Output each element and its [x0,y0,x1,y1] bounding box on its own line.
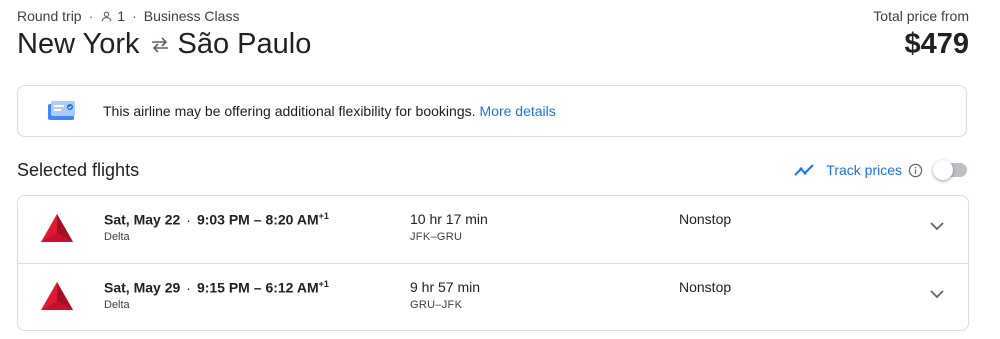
more-details-link[interactable]: More details [480,103,556,119]
arrival-time: 8:20 AM [265,211,319,228]
passenger-count: 1 [117,8,126,24]
flexibility-notice: This airline may be offering additional … [17,85,967,137]
delta-logo-icon [40,281,74,316]
flight-times: Sat, May 29 · 9:15 PM – 6:12 AM+1 [104,279,329,296]
trip-summary: Round trip · 1 · Business Class [17,8,239,24]
flight-row-outbound[interactable]: Sat, May 22 · 9:03 PM – 8:20 AM+1 Delta 10… [18,196,968,263]
arrival-time: 6:12 AM [265,279,319,296]
chevron-down-icon[interactable] [930,222,944,231]
stops-info: Nonstop [679,279,732,295]
total-price: $479 [904,28,969,60]
trending-icon [794,163,816,177]
toggle-knob [933,160,953,180]
flight-duration: 9 hr 57 min [410,279,481,295]
track-prices-label[interactable]: Track prices [826,162,902,178]
day-offset: +1 [318,279,329,289]
selected-flights-list: Sat, May 22 · 9:03 PM – 8:20 AM+1 Delta 10… [17,195,969,331]
trip-type: Round trip [17,8,82,24]
flight-times: Sat, May 22 · 9:03 PM – 8:20 AM+1 [104,211,329,228]
chevron-down-icon[interactable] [930,290,944,299]
delta-logo-icon [40,213,74,248]
day-offset: +1 [318,211,329,221]
flight-row-return[interactable]: Sat, May 29 · 9:15 PM – 6:12 AM+1 Delta 9 … [18,263,968,330]
separator-dot: · [132,8,137,24]
round-trip-arrows-icon [150,36,170,53]
destination-city: São Paulo [177,28,312,60]
selected-flights-title: Selected flights [17,160,140,180]
separator-dot: · [186,211,191,228]
airport-codes: GRU–JFK [410,299,463,311]
flight-date: Sat, May 22 [104,211,181,228]
separator-dot: · [88,8,94,24]
notice-text: This airline may be offering additional … [103,103,556,119]
route-title: New York São Paulo [17,28,311,61]
airline-name: Delta [104,299,130,311]
total-price-label: Total price from [873,8,969,24]
origin-city: New York [17,28,140,60]
flexible-ticket-icon [47,100,77,122]
flight-duration: 10 hr 17 min [410,211,488,227]
track-prices-toggle[interactable] [933,160,967,180]
airport-codes: JFK–GRU [410,231,463,243]
departure-time: 9:03 PM [196,211,250,228]
cabin-class: Business Class [143,8,240,24]
stops-info: Nonstop [679,211,732,227]
flight-date: Sat, May 29 [104,279,181,296]
departure-time: 9:15 PM [196,279,250,296]
person-icon [100,10,113,23]
info-icon[interactable] [908,163,923,178]
notice-message: This airline may be offering additional … [103,103,476,119]
track-prices: Track prices [794,160,967,180]
separator-dot: · [186,279,191,296]
airline-name: Delta [104,231,130,243]
